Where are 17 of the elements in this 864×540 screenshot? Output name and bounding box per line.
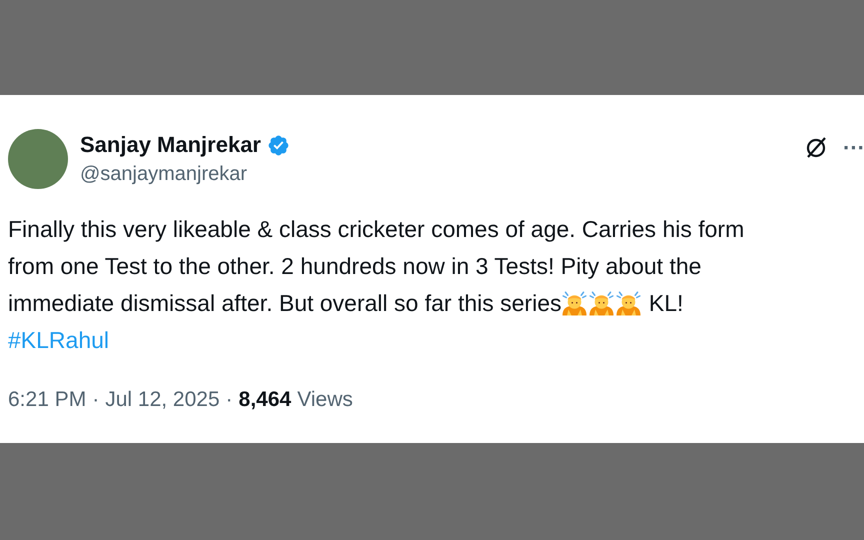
post-text: from one Test to the other. 2 hundreds now in 3 Tests! Pity about the xyxy=(8,252,702,281)
views-count: 8,464 xyxy=(238,387,292,413)
views-label: Views xyxy=(297,387,353,413)
author-handle[interactable]: @sanjaymanjrekar xyxy=(80,161,290,187)
post-time[interactable]: 6:21 PM xyxy=(8,384,86,416)
post-text: KL! xyxy=(648,289,684,318)
separator: · xyxy=(92,387,100,413)
bowing-person-icon xyxy=(588,290,616,317)
post-date[interactable]: Jul 12, 2025 xyxy=(105,384,220,416)
separator: · xyxy=(226,387,233,413)
author-name[interactable]: Sanjay Manjrekar xyxy=(80,131,261,159)
slashed-circle-icon[interactable] xyxy=(804,135,828,159)
bowing-person-icon xyxy=(615,290,642,317)
bowing-person-icon xyxy=(561,290,588,317)
post-text: Finally this very likeable & class cricketer comes of age. Carries his form xyxy=(8,215,744,244)
post-text: immediate dismissal after. But overall so far this series xyxy=(8,289,562,318)
more-menu[interactable]: ··· xyxy=(843,131,864,164)
